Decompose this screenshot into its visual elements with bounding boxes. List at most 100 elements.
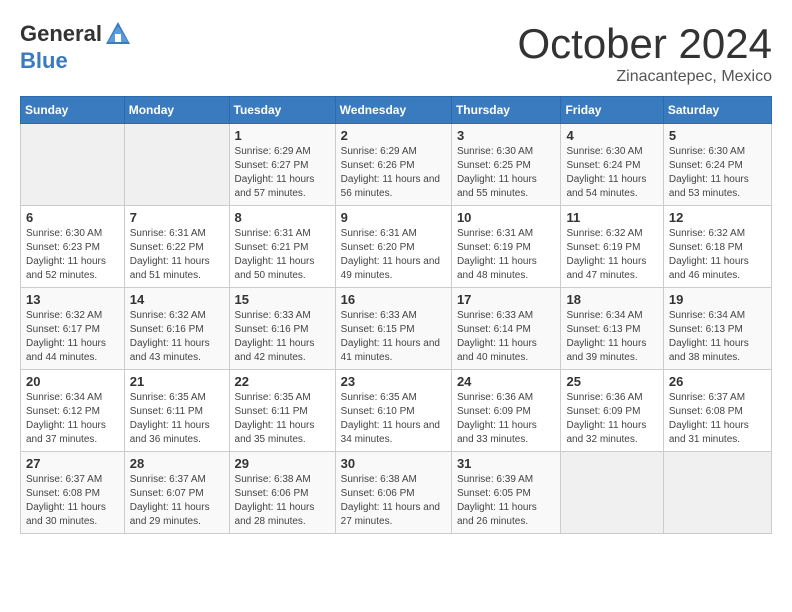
day-info: Sunrise: 6:30 AMSunset: 6:24 PMDaylight:… bbox=[566, 145, 657, 201]
calendar-cell bbox=[663, 452, 771, 534]
day-info: Sunrise: 6:32 AMSunset: 6:19 PMDaylight:… bbox=[566, 227, 657, 283]
weekday-row: SundayMondayTuesdayWednesdayThursdayFrid… bbox=[21, 97, 772, 124]
day-number: 25 bbox=[566, 374, 657, 389]
logo-general-text: General bbox=[20, 21, 102, 47]
day-number: 21 bbox=[130, 374, 224, 389]
calendar-cell: 30Sunrise: 6:38 AMSunset: 6:06 PMDayligh… bbox=[335, 452, 451, 534]
day-info: Sunrise: 6:31 AMSunset: 6:20 PMDaylight:… bbox=[341, 227, 446, 283]
day-number: 22 bbox=[235, 374, 330, 389]
calendar-week-row: 20 Sunrise: 6:34 AMSunset: 6:12 PMDayligh… bbox=[21, 370, 772, 452]
calendar-cell: 12 Sunrise: 6:32 AMSunset: 6:18 PMDayligh… bbox=[663, 206, 771, 288]
day-number: 28 bbox=[130, 456, 224, 471]
day-number: 24 bbox=[457, 374, 556, 389]
calendar-cell bbox=[561, 452, 663, 534]
day-info: Sunrise: 6:36 AMSunset: 6:09 PMDaylight:… bbox=[457, 391, 556, 447]
day-number: 12 bbox=[669, 210, 766, 225]
calendar-cell: 5 Sunrise: 6:30 AMSunset: 6:24 PMDaylight… bbox=[663, 124, 771, 206]
day-info: Sunrise: 6:29 AMSunset: 6:27 PMDaylight:… bbox=[235, 145, 330, 201]
day-info: Sunrise: 6:30 AMSunset: 6:23 PMDaylight:… bbox=[26, 227, 119, 283]
day-number: 5 bbox=[669, 128, 766, 143]
day-number: 30 bbox=[341, 456, 446, 471]
day-info: Sunrise: 6:30 AMSunset: 6:24 PMDaylight:… bbox=[669, 145, 766, 201]
calendar-week-row: 27 Sunrise: 6:37 AMSunset: 6:08 PMDayligh… bbox=[21, 452, 772, 534]
day-info: Sunrise: 6:37 AMSunset: 6:08 PMDaylight:… bbox=[669, 391, 766, 447]
calendar-cell: 18 Sunrise: 6:34 AMSunset: 6:13 PMDayligh… bbox=[561, 288, 663, 370]
day-info: Sunrise: 6:37 AMSunset: 6:07 PMDaylight:… bbox=[130, 473, 224, 529]
calendar-cell: 10Sunrise: 6:31 AMSunset: 6:19 PMDayligh… bbox=[451, 206, 561, 288]
day-number: 9 bbox=[341, 210, 446, 225]
day-info: Sunrise: 6:33 AMSunset: 6:15 PMDaylight:… bbox=[341, 309, 446, 365]
calendar-week-row: 13Sunrise: 6:32 AMSunset: 6:17 PMDayligh… bbox=[21, 288, 772, 370]
calendar-cell: 8Sunrise: 6:31 AMSunset: 6:21 PMDaylight… bbox=[229, 206, 335, 288]
day-info: Sunrise: 6:34 AMSunset: 6:12 PMDaylight:… bbox=[26, 391, 119, 447]
calendar-cell: 20 Sunrise: 6:34 AMSunset: 6:12 PMDayligh… bbox=[21, 370, 125, 452]
calendar-cell: 3 Sunrise: 6:30 AMSunset: 6:25 PMDaylight… bbox=[451, 124, 561, 206]
calendar-cell: 21 Sunrise: 6:35 AMSunset: 6:11 PMDayligh… bbox=[124, 370, 229, 452]
calendar-table: SundayMondayTuesdayWednesdayThursdayFrid… bbox=[20, 96, 772, 534]
day-info: Sunrise: 6:31 AMSunset: 6:21 PMDaylight:… bbox=[235, 227, 330, 283]
day-info: Sunrise: 6:32 AMSunset: 6:18 PMDaylight:… bbox=[669, 227, 766, 283]
calendar-cell: 13Sunrise: 6:32 AMSunset: 6:17 PMDayligh… bbox=[21, 288, 125, 370]
calendar-cell: 23 Sunrise: 6:35 AMSunset: 6:10 PMDayligh… bbox=[335, 370, 451, 452]
calendar-week-row: 6Sunrise: 6:30 AMSunset: 6:23 PMDaylight… bbox=[21, 206, 772, 288]
day-info: Sunrise: 6:35 AMSunset: 6:11 PMDaylight:… bbox=[235, 391, 330, 447]
month-title: October 2024 bbox=[517, 20, 772, 68]
day-number: 23 bbox=[341, 374, 446, 389]
calendar-cell bbox=[21, 124, 125, 206]
calendar-cell: 16Sunrise: 6:33 AMSunset: 6:15 PMDayligh… bbox=[335, 288, 451, 370]
day-number: 2 bbox=[341, 128, 446, 143]
day-info: Sunrise: 6:29 AMSunset: 6:26 PMDaylight:… bbox=[341, 145, 446, 201]
calendar-cell: 24 Sunrise: 6:36 AMSunset: 6:09 PMDayligh… bbox=[451, 370, 561, 452]
day-number: 20 bbox=[26, 374, 119, 389]
title-block: October 2024 Zinacantepec, Mexico bbox=[517, 20, 772, 86]
calendar-cell: 6Sunrise: 6:30 AMSunset: 6:23 PMDaylight… bbox=[21, 206, 125, 288]
day-info: Sunrise: 6:32 AMSunset: 6:16 PMDaylight:… bbox=[130, 309, 224, 365]
day-number: 19 bbox=[669, 292, 766, 307]
logo-blue-text: Blue bbox=[20, 48, 68, 74]
weekday-header: Tuesday bbox=[229, 97, 335, 124]
calendar-cell: 26 Sunrise: 6:37 AMSunset: 6:08 PMDayligh… bbox=[663, 370, 771, 452]
day-number: 15 bbox=[235, 292, 330, 307]
calendar-cell: 11 Sunrise: 6:32 AMSunset: 6:19 PMDayligh… bbox=[561, 206, 663, 288]
calendar-cell: 1 Sunrise: 6:29 AMSunset: 6:27 PMDaylight… bbox=[229, 124, 335, 206]
calendar-cell: 15Sunrise: 6:33 AMSunset: 6:16 PMDayligh… bbox=[229, 288, 335, 370]
weekday-header: Wednesday bbox=[335, 97, 451, 124]
day-number: 4 bbox=[566, 128, 657, 143]
day-number: 10 bbox=[457, 210, 556, 225]
logo-icon bbox=[104, 20, 132, 48]
day-number: 27 bbox=[26, 456, 119, 471]
day-info: Sunrise: 6:33 AMSunset: 6:14 PMDaylight:… bbox=[457, 309, 556, 365]
day-info: Sunrise: 6:30 AMSunset: 6:25 PMDaylight:… bbox=[457, 145, 556, 201]
logo: General Blue bbox=[20, 20, 132, 74]
weekday-header: Saturday bbox=[663, 97, 771, 124]
calendar-cell: 19Sunrise: 6:34 AMSunset: 6:13 PMDayligh… bbox=[663, 288, 771, 370]
day-number: 3 bbox=[457, 128, 556, 143]
weekday-header: Thursday bbox=[451, 97, 561, 124]
day-info: Sunrise: 6:37 AMSunset: 6:08 PMDaylight:… bbox=[26, 473, 119, 529]
calendar-cell: 28 Sunrise: 6:37 AMSunset: 6:07 PMDayligh… bbox=[124, 452, 229, 534]
day-number: 1 bbox=[235, 128, 330, 143]
page-header: General Blue October 2024 Zinacantepec, … bbox=[20, 20, 772, 86]
calendar-cell: 7Sunrise: 6:31 AMSunset: 6:22 PMDaylight… bbox=[124, 206, 229, 288]
calendar-cell: 9 Sunrise: 6:31 AMSunset: 6:20 PMDaylight… bbox=[335, 206, 451, 288]
calendar-cell: 14Sunrise: 6:32 AMSunset: 6:16 PMDayligh… bbox=[124, 288, 229, 370]
calendar-header: SundayMondayTuesdayWednesdayThursdayFrid… bbox=[21, 97, 772, 124]
weekday-header: Sunday bbox=[21, 97, 125, 124]
calendar-week-row: 1 Sunrise: 6:29 AMSunset: 6:27 PMDaylight… bbox=[21, 124, 772, 206]
day-number: 7 bbox=[130, 210, 224, 225]
day-info: Sunrise: 6:34 AMSunset: 6:13 PMDaylight:… bbox=[566, 309, 657, 365]
calendar-cell: 25Sunrise: 6:36 AMSunset: 6:09 PMDayligh… bbox=[561, 370, 663, 452]
calendar-cell: 31Sunrise: 6:39 AMSunset: 6:05 PMDayligh… bbox=[451, 452, 561, 534]
calendar-cell: 4 Sunrise: 6:30 AMSunset: 6:24 PMDaylight… bbox=[561, 124, 663, 206]
day-number: 11 bbox=[566, 210, 657, 225]
calendar-cell: 27 Sunrise: 6:37 AMSunset: 6:08 PMDayligh… bbox=[21, 452, 125, 534]
day-info: Sunrise: 6:35 AMSunset: 6:10 PMDaylight:… bbox=[341, 391, 446, 447]
day-number: 13 bbox=[26, 292, 119, 307]
location-subtitle: Zinacantepec, Mexico bbox=[517, 68, 772, 86]
day-info: Sunrise: 6:38 AMSunset: 6:06 PMDaylight:… bbox=[235, 473, 330, 529]
day-number: 17 bbox=[457, 292, 556, 307]
day-number: 31 bbox=[457, 456, 556, 471]
day-number: 18 bbox=[566, 292, 657, 307]
day-number: 26 bbox=[669, 374, 766, 389]
day-info: Sunrise: 6:35 AMSunset: 6:11 PMDaylight:… bbox=[130, 391, 224, 447]
